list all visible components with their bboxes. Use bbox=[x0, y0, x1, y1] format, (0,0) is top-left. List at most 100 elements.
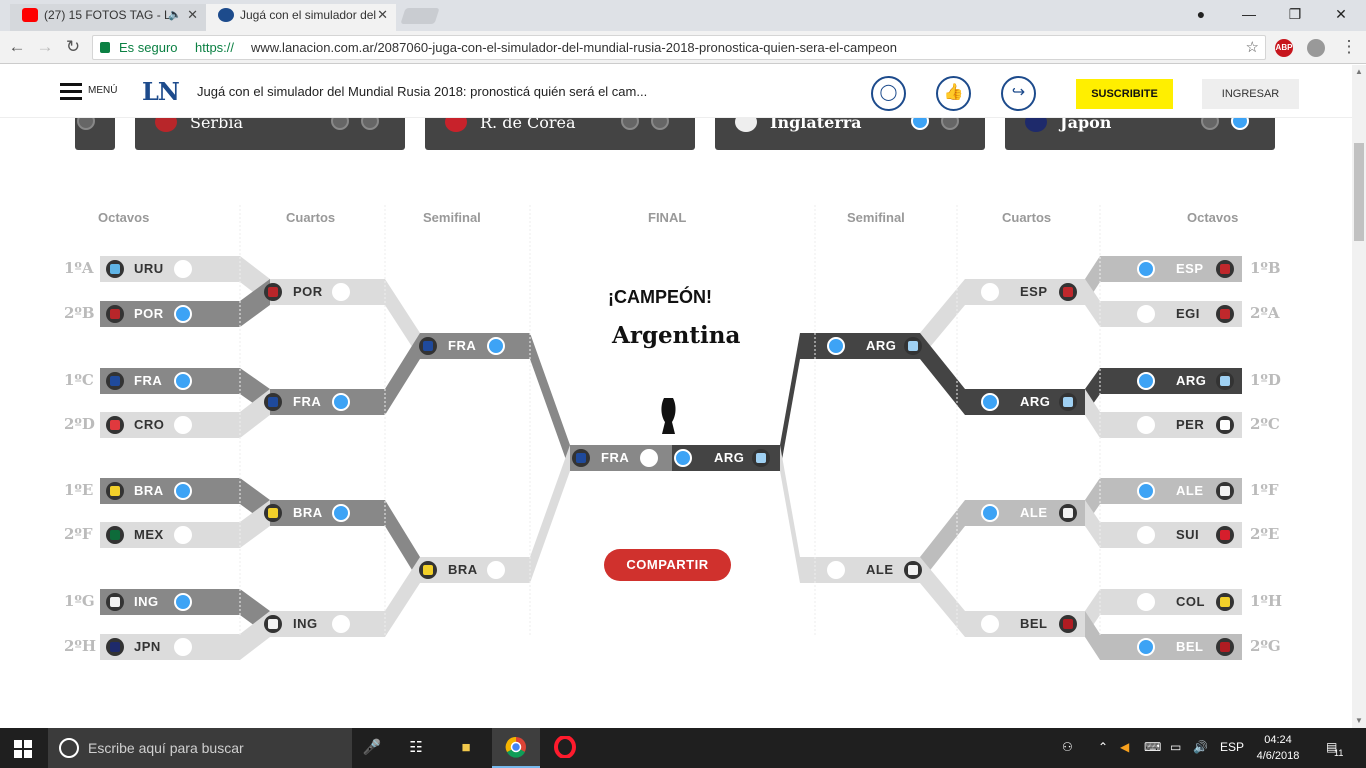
pick-radio[interactable] bbox=[1137, 372, 1155, 390]
pick-radio[interactable] bbox=[640, 449, 658, 467]
group-card: Inglaterra bbox=[715, 118, 985, 150]
close-tab-icon[interactable]: ✕ bbox=[377, 4, 388, 26]
pick-radio[interactable] bbox=[1137, 638, 1155, 656]
pick-radio[interactable] bbox=[332, 504, 350, 522]
pick-radio[interactable] bbox=[1137, 416, 1155, 434]
pick-radio[interactable] bbox=[174, 260, 192, 278]
warning-icon[interactable]: ◀ bbox=[1120, 740, 1129, 754]
pick-dot[interactable] bbox=[361, 118, 379, 130]
team-name: Serbia bbox=[190, 118, 243, 132]
chrome-icon[interactable] bbox=[504, 736, 528, 760]
pick-radio[interactable] bbox=[487, 337, 505, 355]
pick-dot[interactable] bbox=[941, 118, 959, 130]
microphone-icon[interactable]: 🎤 bbox=[360, 736, 384, 760]
login-button[interactable]: INGRESAR bbox=[1202, 79, 1299, 109]
chrome-menu-icon[interactable]: ⋮ bbox=[1338, 36, 1360, 58]
input-icon[interactable]: ⌨ bbox=[1144, 740, 1161, 754]
pick-dot[interactable] bbox=[77, 118, 95, 130]
pick-radio[interactable] bbox=[1137, 260, 1155, 278]
pick-dot[interactable] bbox=[1201, 118, 1219, 130]
opera-icon[interactable] bbox=[553, 735, 577, 760]
pick-radio[interactable] bbox=[981, 283, 999, 301]
network-icon[interactable]: ▭ bbox=[1170, 740, 1181, 754]
pick-dot[interactable] bbox=[651, 118, 669, 130]
adblock-icon[interactable]: ABP bbox=[1275, 39, 1293, 57]
team-code: ARG bbox=[1176, 373, 1207, 388]
pick-radio[interactable] bbox=[981, 393, 999, 411]
shirt-icon bbox=[735, 118, 757, 132]
file-explorer-icon[interactable]: ■ bbox=[454, 736, 478, 760]
page-scrollbar[interactable]: ▲ ▼ bbox=[1352, 65, 1366, 728]
group-seed: 2ºD bbox=[64, 415, 95, 433]
like-icon[interactable]: 👍 bbox=[936, 76, 971, 111]
site-header: MENÚ LN Jugá con el simulador del Mundia… bbox=[0, 65, 1352, 118]
menu-label[interactable]: MENÚ bbox=[88, 85, 117, 96]
hamburger-menu-icon[interactable] bbox=[60, 83, 82, 100]
pick-dot[interactable] bbox=[911, 118, 929, 130]
shirt-icon bbox=[1025, 118, 1047, 132]
subscribe-button[interactable]: SUSCRIBITE bbox=[1076, 79, 1173, 109]
scroll-down-icon[interactable]: ▼ bbox=[1352, 714, 1366, 728]
tab-title: Jugá con el simulador del bbox=[240, 8, 377, 22]
path-right-cuartos-link bbox=[920, 557, 965, 637]
pick-radio[interactable] bbox=[332, 283, 350, 301]
pick-radio[interactable] bbox=[674, 449, 692, 467]
share-button[interactable]: COMPARTIR bbox=[604, 549, 731, 581]
pick-radio[interactable] bbox=[1137, 305, 1155, 323]
pick-radio[interactable] bbox=[174, 482, 192, 500]
language-indicator[interactable]: ESP bbox=[1220, 740, 1244, 754]
new-tab-button[interactable] bbox=[400, 8, 440, 24]
close-window-icon[interactable]: ✕ bbox=[1318, 0, 1364, 28]
tray-chevron-icon[interactable]: ⌃ bbox=[1098, 740, 1108, 754]
back-icon[interactable]: ← bbox=[6, 36, 28, 58]
pick-dot[interactable] bbox=[621, 118, 639, 130]
pick-radio[interactable] bbox=[174, 305, 192, 323]
tab-lanacion[interactable]: Jugá con el simulador del ✕ bbox=[206, 4, 396, 31]
restore-icon[interactable]: ❐ bbox=[1272, 0, 1318, 28]
people-icon[interactable]: ⚇ bbox=[1062, 740, 1073, 754]
champion-label: ¡CAMPEÓN! bbox=[608, 287, 712, 307]
site-logo[interactable]: LN bbox=[142, 77, 180, 106]
scroll-thumb[interactable] bbox=[1354, 143, 1364, 241]
taskbar-clock[interactable]: 04:24 4/6/2018 bbox=[1250, 732, 1306, 764]
pick-radio[interactable] bbox=[1137, 593, 1155, 611]
pick-radio[interactable] bbox=[332, 615, 350, 633]
comment-icon[interactable]: ◯ bbox=[871, 76, 906, 111]
pick-radio[interactable] bbox=[174, 593, 192, 611]
pick-radio[interactable] bbox=[981, 504, 999, 522]
pick-dot[interactable] bbox=[331, 118, 349, 130]
tab-youtube[interactable]: (27) 15 FOTOS TAG - L 🔈 ✕ bbox=[10, 4, 206, 31]
pick-radio[interactable] bbox=[827, 337, 845, 355]
profile-icon[interactable]: ● bbox=[1178, 0, 1224, 28]
pick-dot[interactable] bbox=[1231, 118, 1249, 130]
windows-start-icon[interactable] bbox=[14, 740, 32, 758]
pick-radio[interactable] bbox=[332, 393, 350, 411]
reload-icon[interactable]: ↻ bbox=[62, 36, 84, 58]
pick-radio[interactable] bbox=[1137, 526, 1155, 544]
extension-icon[interactable] bbox=[1307, 39, 1325, 57]
task-view-icon[interactable]: ☷ bbox=[404, 736, 428, 760]
volume-icon[interactable]: 🔊 bbox=[1193, 740, 1208, 754]
address-bar[interactable]: Es seguro https:// www.lanacion.com.ar/2… bbox=[92, 35, 1266, 60]
pick-radio[interactable] bbox=[174, 372, 192, 390]
taskbar-search[interactable]: Escribe aquí para buscar bbox=[48, 728, 352, 768]
shirt-icon bbox=[106, 260, 124, 278]
pick-radio[interactable] bbox=[981, 615, 999, 633]
forward-icon[interactable]: → bbox=[34, 36, 56, 58]
path-left-cuartos bbox=[270, 389, 385, 415]
notification-count: 11 bbox=[1334, 748, 1344, 758]
windows-taskbar: Escribe aquí para buscar 🎤 ☷ ■ ⚇ ⌃ ◀ ⌨ ▭… bbox=[0, 728, 1366, 768]
pick-radio[interactable] bbox=[827, 561, 845, 579]
share-icon[interactable]: ↪ bbox=[1001, 76, 1036, 111]
scroll-up-icon[interactable]: ▲ bbox=[1352, 65, 1366, 79]
pick-radio[interactable] bbox=[174, 638, 192, 656]
pick-radio[interactable] bbox=[1137, 482, 1155, 500]
path-left-cuartos bbox=[270, 500, 385, 526]
bookmark-star-icon[interactable]: ☆ bbox=[1246, 36, 1259, 59]
close-tab-icon[interactable]: ✕ bbox=[187, 4, 198, 26]
pick-radio[interactable] bbox=[174, 416, 192, 434]
pick-radio[interactable] bbox=[487, 561, 505, 579]
shirt-icon bbox=[419, 337, 437, 355]
pick-radio[interactable] bbox=[174, 526, 192, 544]
minimize-icon[interactable]: — bbox=[1226, 0, 1272, 28]
